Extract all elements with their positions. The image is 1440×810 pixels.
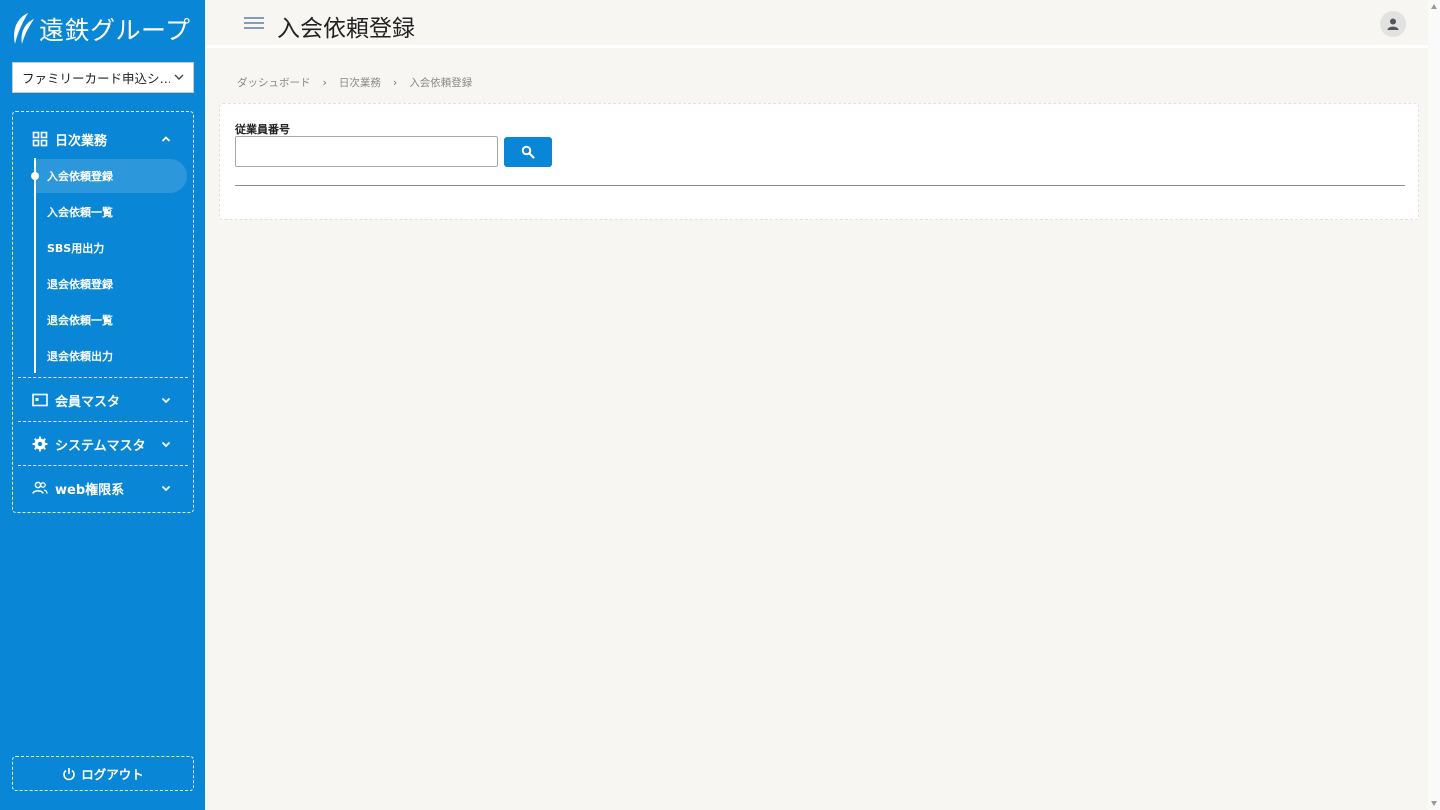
chevron-right-icon: › [392,75,398,89]
sidebar-item-withdraw-request-output[interactable]: 退会依頼出力 [35,339,187,373]
scroll-down-arrow-icon[interactable] [1431,801,1437,806]
nav-group-label: web権限系 [55,482,125,498]
top-header: 入会依頼登録 [205,0,1428,48]
logout-label: ログアウト [81,767,144,782]
sidebar-item-label: 退会依頼登録 [47,278,113,291]
logo-mark-icon [14,13,34,44]
active-dot [31,172,39,180]
sidebar-nav: 日次業務 入会依頼登録 入会依頼一覧 SBS用出力 退会依頼登録 退会依頼一覧 … [12,111,194,513]
logout-button[interactable]: ログアウト [12,756,194,791]
user-avatar-button[interactable] [1380,11,1406,37]
chevron-up-icon [161,136,171,142]
gear-icon [32,436,48,452]
system-select-value: ファミリーカード申込シ… [22,71,170,86]
sidebar-item-sbs-output[interactable]: SBS用出力 [35,231,187,265]
sidebar-item-label: 退会依頼一覧 [47,314,113,327]
nav-group-label: 日次業務 [55,133,108,149]
nav-group-web-permissions[interactable]: web権限系 [13,466,193,510]
sidebar-item-withdraw-request-list[interactable]: 退会依頼一覧 [35,303,187,337]
dashboard-grid-icon [32,131,48,147]
page-scrollbar[interactable] [1428,0,1440,810]
nav-group-system-master[interactable]: システムマスタ [13,422,193,466]
sidebar-item-label: 入会依頼一覧 [47,206,113,219]
logo-text: 遠鉄グループ [39,16,191,45]
nav-group-label: 会員マスタ [55,394,121,410]
breadcrumb-current: 入会依頼登録 [409,76,473,89]
chevron-down-icon [161,485,171,492]
sidebar-item-label: SBS用出力 [47,242,105,255]
search-button[interactable] [504,137,552,167]
breadcrumb: ダッシュボード › 日次業務 › 入会依頼登録 [237,74,472,90]
hamburger-menu-icon[interactable] [243,15,265,31]
sidebar-item-label: 退会依頼出力 [47,350,113,363]
breadcrumb-daily[interactable]: 日次業務 [339,75,381,90]
sidebar-item-withdraw-request-register[interactable]: 退会依頼登録 [35,267,187,301]
brand-logo[interactable]: 遠鉄グループ [11,10,191,48]
page-title: 入会依頼登録 [277,16,415,42]
user-icon [1387,18,1399,30]
sidebar-item-join-request-list[interactable]: 入会依頼一覧 [35,195,187,229]
users-icon [32,481,48,494]
search-icon [521,145,535,159]
chevron-down-icon [174,74,184,80]
sidebar-item-label: 入会依頼登録 [47,170,113,183]
employee-number-input[interactable] [235,136,498,167]
system-select[interactable]: ファミリーカード申込シ… [12,62,194,93]
sidebar-item-join-request-register[interactable]: 入会依頼登録 [31,159,187,193]
nav-group-label: システムマスタ [55,438,146,454]
sidebar: 遠鉄グループ ファミリーカード申込シ… 日次業務 入会依頼登録 入会依頼一覧 S… [0,0,205,810]
chevron-down-icon [161,441,171,448]
breadcrumb-dashboard[interactable]: ダッシュボード [237,75,311,90]
nav-group-member-master[interactable]: 会員マスタ [13,378,193,422]
power-icon [63,767,75,780]
nav-group-daily[interactable]: 日次業務 [13,117,193,161]
chevron-right-icon: › [322,75,327,89]
card-divider [235,185,1405,186]
chevron-down-icon [161,397,171,404]
scroll-up-arrow-icon[interactable] [1431,4,1437,9]
search-card: 従業員番号 [219,103,1419,220]
employee-number-label: 従業員番号 [235,123,290,136]
id-card-icon [32,393,48,407]
